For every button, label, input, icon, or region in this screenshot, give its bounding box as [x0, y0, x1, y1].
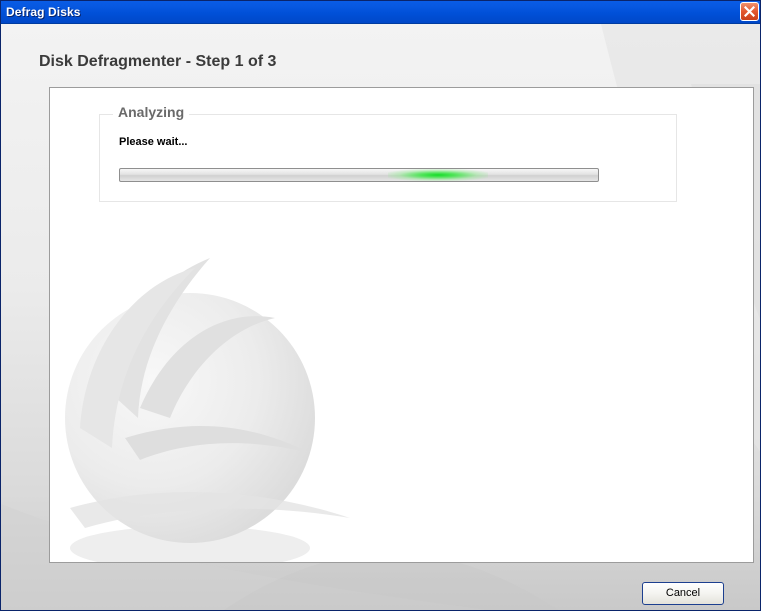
close-button[interactable] [740, 2, 759, 21]
window-title: Defrag Disks [6, 5, 81, 19]
progress-marquee [388, 169, 488, 181]
analyzing-heading: Analyzing [113, 104, 190, 120]
content-panel: Analyzing Please wait... [49, 87, 754, 563]
close-icon [744, 6, 755, 17]
step-title: Disk Defragmenter - Step 1 of 3 [39, 53, 277, 70]
cancel-button[interactable]: Cancel [642, 582, 724, 605]
dialog-client-area: Disk Defragmenter - Step 1 of 3 Analyzin… [1, 24, 760, 610]
analysis-progress-bar [119, 168, 599, 182]
title-bar[interactable]: Defrag Disks [1, 1, 760, 24]
status-text: Please wait... [119, 136, 188, 148]
analyzing-groupbox: Analyzing Please wait... [99, 104, 677, 202]
defrag-window: Defrag Disks Disk Defragmenter - Step 1 … [0, 0, 761, 611]
